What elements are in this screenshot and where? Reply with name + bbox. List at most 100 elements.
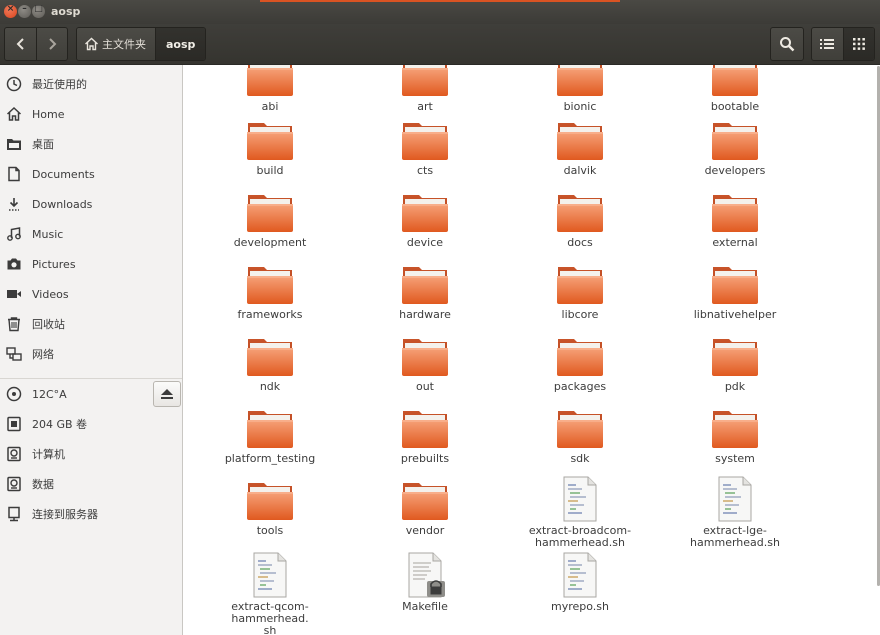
sidebar-item-label: 桌面 [32, 138, 54, 151]
folder-icon [246, 187, 294, 235]
file-item[interactable]: out [350, 331, 500, 393]
toolbar: 主文件夹 aosp [0, 24, 880, 65]
file-name-label: extract-lge-hammerhead.sh [690, 524, 780, 549]
locked-text-file-icon [401, 551, 449, 599]
sidebar-item-computer[interactable]: 计算机 [0, 441, 182, 467]
file-name-label: abi [261, 100, 279, 113]
file-item[interactable]: sdk [505, 403, 655, 465]
file-name-label: dalvik [563, 164, 597, 177]
close-window-button[interactable]: × [4, 4, 17, 18]
server-icon [6, 506, 22, 522]
file-item[interactable]: art [350, 65, 500, 113]
sidebar-item-data[interactable]: 数据 [0, 471, 182, 497]
folder-icon [556, 331, 604, 379]
sidebar-item-trash[interactable]: 回收站 [0, 311, 182, 337]
file-item[interactable]: dalvik [505, 115, 655, 177]
file-item[interactable]: docs [505, 187, 655, 249]
folder-icon [401, 403, 449, 451]
file-item[interactable]: bionic [505, 65, 655, 113]
file-name-label: bionic [563, 100, 597, 113]
close-icon: × [6, 4, 15, 14]
file-name-label: out [415, 380, 434, 393]
sidebar-item-label: Music [32, 227, 64, 241]
sidebar-item-label: Videos [32, 287, 69, 301]
file-name-label: libnativehelper [693, 308, 777, 321]
music-icon [6, 226, 22, 242]
minimize-window-button[interactable]: – [18, 4, 31, 18]
file-item[interactable]: extract-qcom-hammerhead. sh [195, 551, 345, 635]
file-item[interactable]: myrepo.sh [505, 551, 655, 613]
file-item[interactable]: platform_testing [195, 403, 345, 465]
back-button[interactable] [5, 28, 36, 60]
forward-button[interactable] [36, 28, 67, 60]
maximize-window-button[interactable]: □ [32, 4, 45, 18]
sidebar-item-label: 连接到服务器 [32, 508, 98, 521]
file-name-label: sh [263, 624, 277, 635]
breadcrumb-aosp[interactable]: aosp [155, 28, 206, 60]
sidebar-item-volume-204gb[interactable]: 204 GB 卷 [0, 411, 182, 437]
file-item[interactable]: pdk [660, 331, 810, 393]
folder-icon [401, 331, 449, 379]
folder-icon [246, 475, 294, 523]
file-item[interactable]: ndk [195, 331, 345, 393]
file-item[interactable]: device [350, 187, 500, 249]
file-item[interactable]: extract-broadcom-hammerhead.sh [505, 475, 655, 549]
file-item[interactable]: cts [350, 115, 500, 177]
sidebar-item-label: Home [32, 107, 65, 121]
search-button[interactable] [770, 27, 804, 61]
file-name-label: docs [567, 236, 593, 249]
file-item[interactable]: developers [660, 115, 810, 177]
download-icon [6, 196, 22, 212]
file-item[interactable]: build [195, 115, 345, 177]
file-item[interactable]: packages [505, 331, 655, 393]
sidebar-item-desktop[interactable]: 桌面 [0, 131, 182, 157]
file-item[interactable]: abi [195, 65, 345, 113]
sidebar-item-connect-server[interactable]: 连接到服务器 [0, 501, 182, 527]
file-name-label: hammerhead.sh [535, 536, 625, 549]
file-item[interactable]: bootable [660, 65, 810, 113]
file-item[interactable]: tools [195, 475, 345, 537]
file-item[interactable]: prebuilts [350, 403, 500, 465]
sidebar-item-network[interactable]: 网络 [0, 341, 182, 367]
file-item[interactable]: extract-lge-hammerhead.sh [660, 475, 810, 549]
maximize-icon: □ [34, 4, 43, 14]
eject-button[interactable] [153, 381, 181, 407]
list-view-button[interactable] [812, 28, 843, 60]
sidebar-item-recent[interactable]: 最近使用的 [0, 71, 182, 97]
sidebar-item-documents[interactable]: Documents [0, 161, 182, 187]
file-item[interactable]: external [660, 187, 810, 249]
file-name-label: extract-qcom-hammerhead. [231, 600, 309, 625]
sidebar-item-label: Downloads [32, 197, 93, 211]
folder-icon [401, 115, 449, 163]
sidebar-item-music[interactable]: Music [0, 221, 182, 247]
sidebar-item-label: 网络 [32, 348, 54, 361]
file-name-label: external [712, 236, 758, 249]
file-item[interactable]: development [195, 187, 345, 249]
breadcrumb-aosp-label: aosp [166, 37, 196, 51]
file-item[interactable]: Makefile [350, 551, 500, 613]
file-item[interactable]: libcore [505, 259, 655, 321]
file-name-label: prebuilts [400, 452, 450, 465]
file-item[interactable]: vendor [350, 475, 500, 537]
file-item[interactable]: frameworks [195, 259, 345, 321]
file-item[interactable]: libnativehelper [660, 259, 810, 321]
sidebar-item-downloads[interactable]: Downloads [0, 191, 182, 217]
desktop-folder-icon [6, 136, 22, 152]
file-item[interactable]: system [660, 403, 810, 465]
breadcrumb-home[interactable]: 主文件夹 [77, 28, 155, 60]
folder-icon [711, 65, 759, 99]
file-item[interactable]: hardware [350, 259, 500, 321]
grid-view-button[interactable] [842, 28, 874, 60]
file-name-label: Makefile [402, 600, 448, 613]
folder-icon [246, 403, 294, 451]
folder-icon [556, 65, 604, 99]
folder-icon [401, 187, 449, 235]
folder-icon [556, 259, 604, 307]
sidebar-item-pictures[interactable]: Pictures [0, 251, 182, 277]
sidebar-item-home[interactable]: Home [0, 101, 182, 127]
sidebar-item-label: 计算机 [32, 448, 65, 461]
clock-icon [6, 76, 22, 92]
sidebar-item-videos[interactable]: Videos [0, 281, 182, 307]
folder-icon [711, 115, 759, 163]
sidebar-item-label: Documents [32, 167, 95, 181]
